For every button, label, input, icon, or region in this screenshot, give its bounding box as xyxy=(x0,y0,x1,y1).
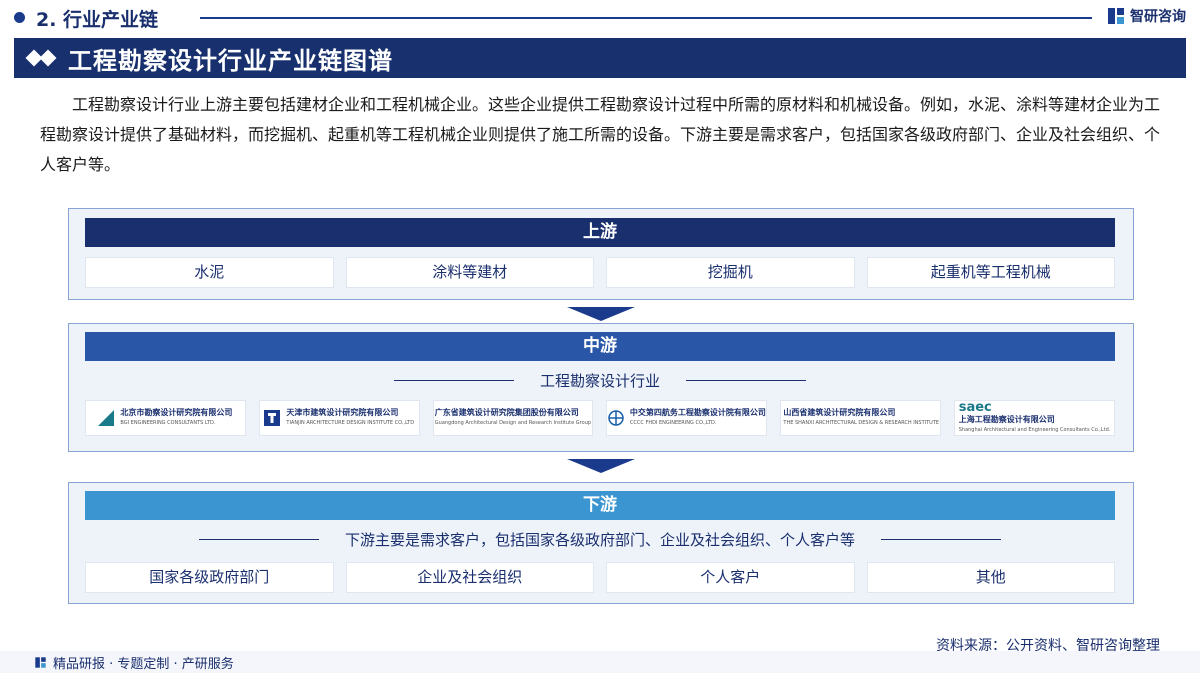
intro-paragraph: 工程勘察设计行业上游主要包括建材企业和工程机械企业。这些企业提供工程勘察设计过程… xyxy=(40,95,1161,174)
midstream-panel: 中游 工程勘察设计行业 北京市勘察设计研究院有限公司 BGI ENGINEERIN… xyxy=(68,323,1134,452)
company-logo-bgi: 北京市勘察设计研究院有限公司 BGI ENGINEERING CONSULTANT… xyxy=(85,400,246,436)
downstream-subtitle: 下游主要是需求客户，包括国家各级政府部门、企业及社会组织、个人客户等 xyxy=(344,531,855,549)
top-bar: 2. 行业产业链 智研咨询 xyxy=(0,0,1200,36)
company-logos: 北京市勘察设计研究院有限公司 BGI ENGINEERING CONSULTANT… xyxy=(85,400,1115,436)
downstream-header: 下游 xyxy=(85,491,1115,520)
footer-left: 精品研报 · 专题定制 · 产研服务 xyxy=(34,653,234,672)
company-name-en: CCCC FHDI ENGINEERING CO.,LTD. xyxy=(629,420,717,426)
company-logo-sadi: 山西省建筑设计研究院有限公司 THE SHANXI ARCHITECTURAL D… xyxy=(780,400,942,436)
downstream-item: 企业及社会组织 xyxy=(345,562,594,593)
downstream-item: 个人客户 xyxy=(606,562,855,593)
bgi-logo-icon xyxy=(98,410,115,426)
divider xyxy=(881,539,1001,540)
diamond-icon xyxy=(25,48,62,68)
footer-text: 精品研报 · 专题定制 · 产研服务 xyxy=(53,657,234,672)
company-name: 广东省建筑设计研究院集团股份有限公司 xyxy=(434,408,579,417)
downstream-subtitle-row: 下游主要是需求客户，包括国家各级政府部门、企业及社会组织、个人客户等 xyxy=(85,529,1115,550)
upstream-item: 涂料等建材 xyxy=(345,257,594,288)
down-arrow-icon xyxy=(567,307,635,321)
midstream-subtitle-row: 工程勘察设计行业 xyxy=(85,370,1115,391)
company-name: 上海工程勘察设计有限公司 xyxy=(958,414,1055,424)
upstream-item: 起重机等工程机械 xyxy=(866,257,1115,288)
company-logo-fhdi: 中交第四航务工程勘察设计院有限公司 CCCC FHDI ENGINEERING C… xyxy=(606,400,768,436)
section-title: 2. 行业产业链 xyxy=(36,9,159,31)
company-name-en: THE SHANXI ARCHITECTURAL DESIGN & RESEAR… xyxy=(783,420,940,426)
company-name-en: BGI ENGINEERING CONSULTANTS LTD. xyxy=(120,420,216,426)
company-name-en: TIANJIN ARCHITECTURE DESIGN INSTITUTE CO… xyxy=(286,420,415,426)
divider xyxy=(393,380,514,381)
upstream-item: 水泥 xyxy=(85,257,334,288)
upstream-header: 上游 xyxy=(85,218,1115,247)
company-name: 天津市建筑设计研究院有限公司 xyxy=(286,408,399,417)
page-title: 工程勘察设计行业产业链图谱 xyxy=(68,46,393,75)
tadi-logo-icon xyxy=(264,410,281,426)
bullet-dot xyxy=(14,12,25,23)
downstream-items: 国家各级政府部门 企业及社会组织 个人客户 其他 xyxy=(85,562,1115,593)
downstream-panel: 下游 下游主要是需求客户，包括国家各级政府部门、企业及社会组织、个人客户等 国家… xyxy=(68,482,1134,604)
company-name: 北京市勘察设计研究院有限公司 xyxy=(120,408,233,417)
upstream-items: 水泥 涂料等建材 挖掘机 起重机等工程机械 xyxy=(85,257,1115,288)
header-rule xyxy=(200,17,1092,19)
company-logo-saec: saec 上海工程勘察设计有限公司 Shanghai Architectural a… xyxy=(954,400,1115,436)
brand-logo: 智研咨询 xyxy=(1106,6,1186,26)
brand-name: 智研咨询 xyxy=(1130,9,1186,25)
upstream-panel: 上游 水泥 涂料等建材 挖掘机 起重机等工程机械 xyxy=(68,208,1134,300)
fhdi-logo-icon xyxy=(608,410,624,426)
down-arrow-icon xyxy=(567,459,635,473)
midstream-subtitle: 工程勘察设计行业 xyxy=(539,372,660,390)
company-logo-tadi: 天津市建筑设计研究院有限公司 TIANJIN ARCHITECTURE DESIG… xyxy=(258,400,420,436)
company-name: 山西省建筑设计研究院有限公司 xyxy=(783,408,896,417)
company-name-en: Guangdong Architectural Design and Resea… xyxy=(434,420,593,426)
title-banner: 工程勘察设计行业产业链图谱 xyxy=(14,38,1186,78)
brand-icon xyxy=(1108,8,1124,24)
upstream-item: 挖掘机 xyxy=(606,257,855,288)
midstream-header: 中游 xyxy=(85,332,1115,361)
company-name: 中交第四航务工程勘察设计院有限公司 xyxy=(629,408,766,417)
brand-icon xyxy=(35,657,46,668)
divider xyxy=(198,539,319,540)
downstream-item: 其他 xyxy=(866,562,1115,593)
company-name-en: Shanghai Architectural and Engineering C… xyxy=(958,426,1111,433)
saec-logo-text: saec xyxy=(958,400,992,415)
divider xyxy=(686,380,806,381)
company-logo-gdad: 广东省建筑设计研究院集团股份有限公司 Guangdong Architectura… xyxy=(432,400,594,436)
footer-bar: 精品研报 · 专题定制 · 产研服务 xyxy=(0,651,1200,673)
downstream-item: 国家各级政府部门 xyxy=(85,562,334,593)
